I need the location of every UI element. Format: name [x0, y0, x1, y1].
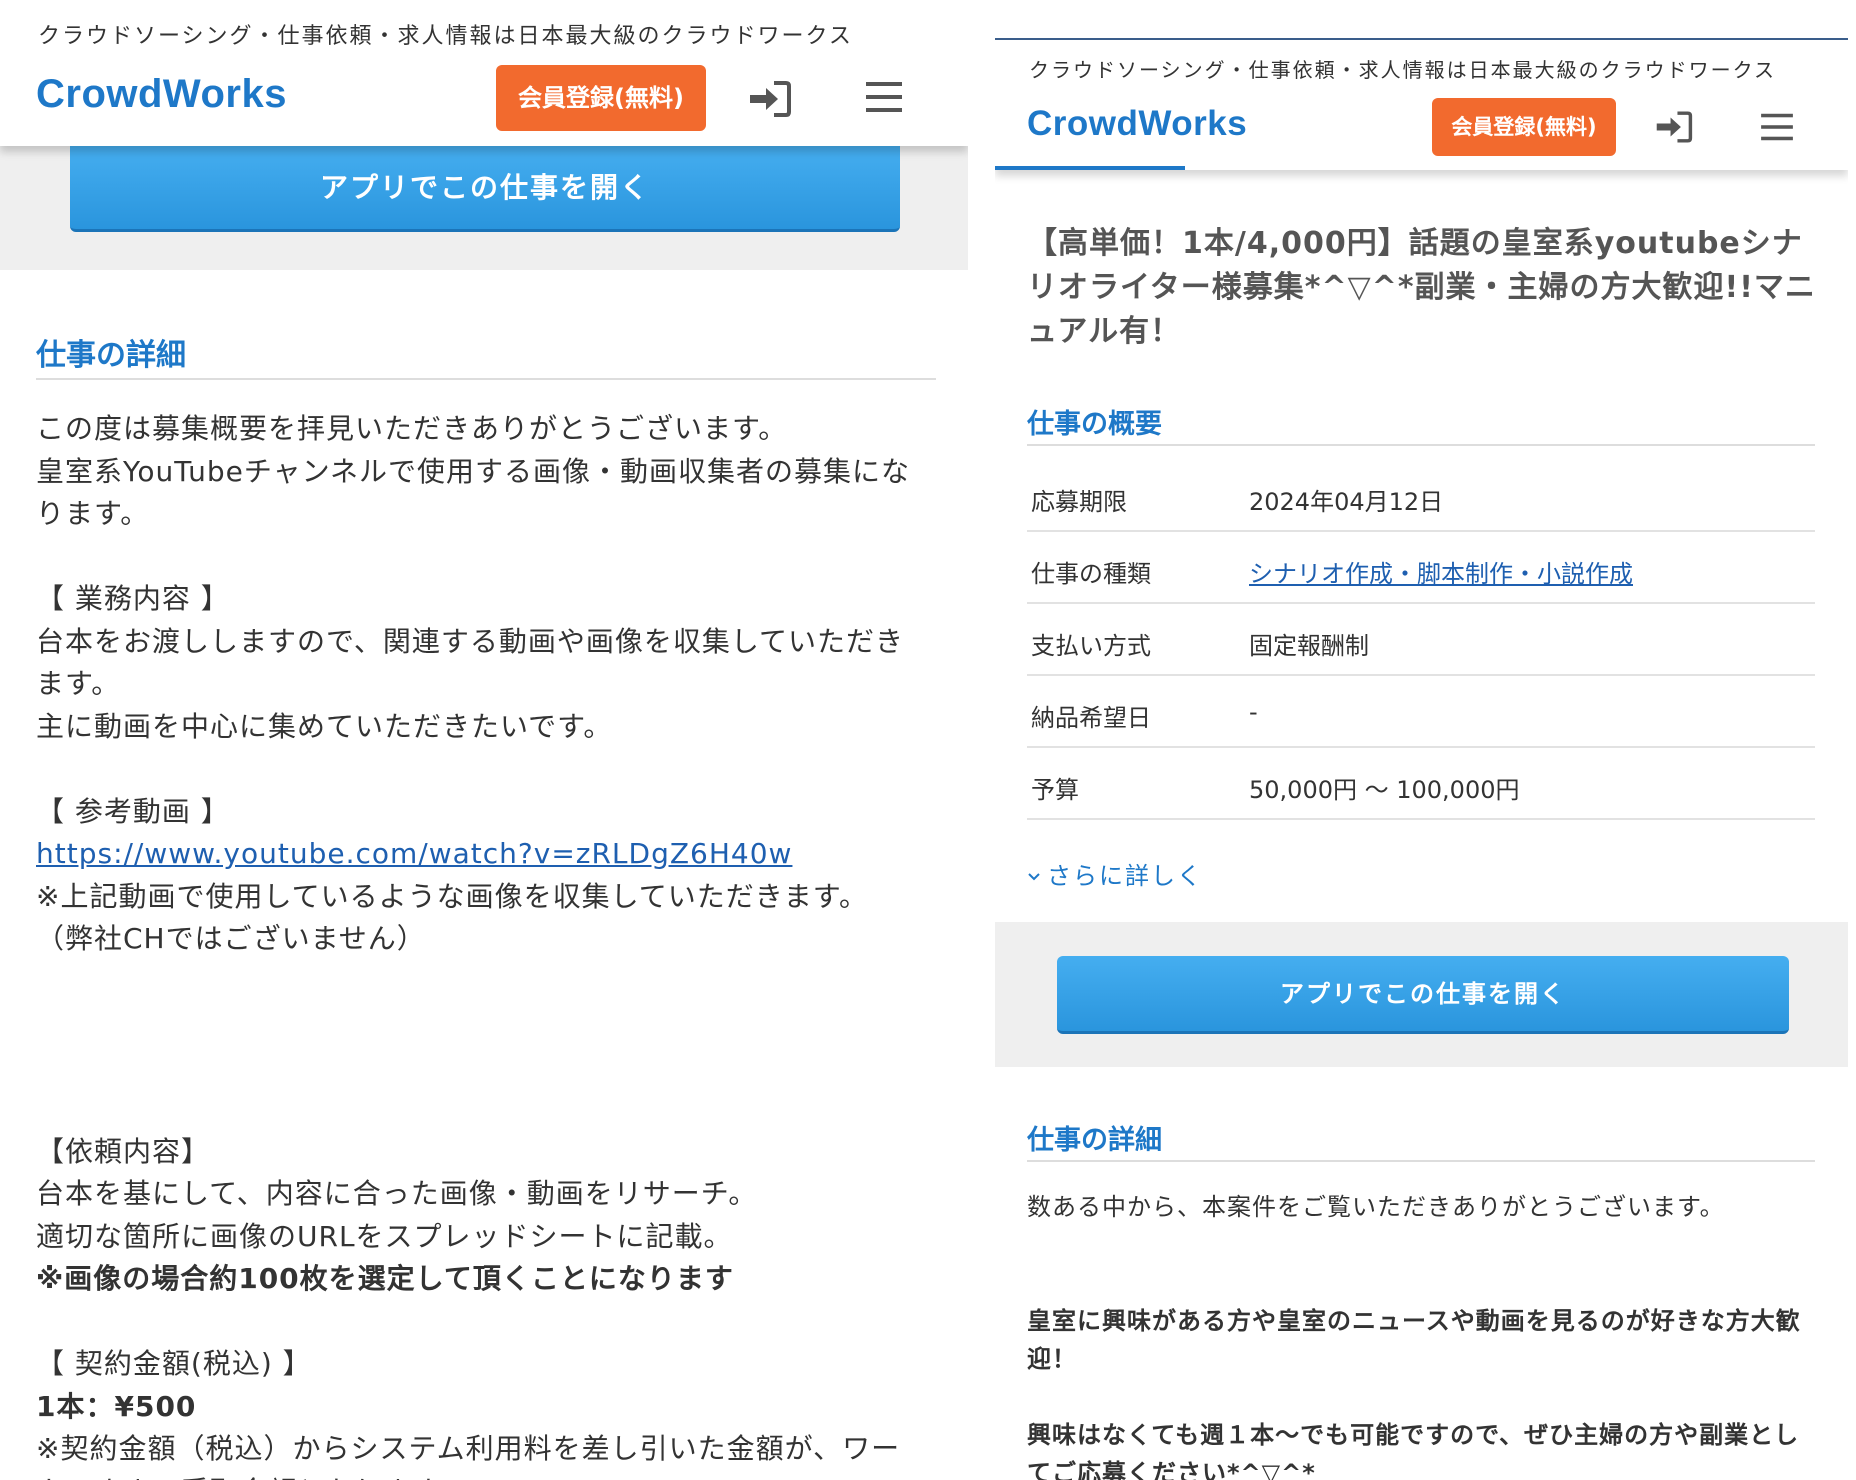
job-details-title: 仕事の詳細: [1027, 1118, 1815, 1162]
details-line: 台本をお渡ししますので、関連する動画や画像を収集していただき: [36, 624, 905, 658]
details-line: ます。: [36, 667, 121, 700]
details-paragraph: 数ある中から、本案件をご覧いただきありがとうございます。: [1027, 1193, 1725, 1221]
details-paragraph: 皇室に興味がある方や皇室のニュースや動画を見るのが好きな方大歓迎！: [1027, 1307, 1801, 1373]
header-tagline: クラウドソーシング・仕事依頼・求人情報は日本最大級のクラウドワークス: [1029, 58, 1776, 82]
overview-value: 2024年04月12日: [1249, 488, 1444, 516]
job-overview-title: 仕事の概要: [1027, 402, 1815, 446]
crowdworks-logo[interactable]: CrowdWorks: [36, 72, 287, 117]
site-header: クラウドソーシング・仕事依頼・求人情報は日本最大級のクラウドワークス Crowd…: [995, 40, 1848, 170]
job-details-body: この度は募集概要を拝見いただきありがとうございます。 皇室系YouTubeチャン…: [36, 408, 936, 1480]
details-heading: 【 業務内容 】: [36, 582, 230, 615]
show-more-link[interactable]: さらに詳しく: [1027, 856, 1203, 891]
app-open-band: アプリでこの仕事を開く: [0, 146, 968, 270]
overview-label: 予算: [1031, 776, 1079, 804]
overview-table: 応募期限 2024年04月12日 仕事の種類 シナリオ作成・脚本制作・小説作成 …: [1027, 460, 1815, 820]
panel-gutter: [968, 0, 995, 1480]
overview-row: 支払い方式 固定報酬制: [1027, 604, 1815, 676]
details-line: ります。: [36, 497, 150, 530]
overview-row: 応募期限 2024年04月12日: [1027, 460, 1815, 532]
reference-video-link[interactable]: https://www.youtube.com/watch?v=zRLDgZ6H…: [36, 833, 936, 876]
job-title: 【高単価！1本/4,000円】話題の皇室系youtubeシナリオライター様募集*…: [1027, 226, 1816, 349]
overview-row: 予算 50,000円 〜 100,000円: [1027, 748, 1815, 820]
crowdworks-logo[interactable]: CrowdWorks: [1027, 104, 1247, 144]
details-line: （弊社CHではございません）: [36, 922, 426, 955]
right-screenshot-panel: クラウドソーシング・仕事依頼・求人情報は日本最大級のクラウドワークス Crowd…: [995, 0, 1848, 1480]
site-header: クラウドソーシング・仕事依頼・求人情報は日本最大級のクラウドワークス Crowd…: [0, 0, 968, 146]
login-icon[interactable]: [1655, 110, 1693, 144]
signup-button[interactable]: 会員登録(無料): [496, 65, 706, 131]
overview-label: 納品希望日: [1031, 704, 1151, 732]
job-details-body: 数ある中から、本案件をご覧いただきありがとうございます。 皇室に興味がある方や皇…: [1027, 1188, 1817, 1480]
header-tagline: クラウドソーシング・仕事依頼・求人情報は日本最大級のクラウドワークス: [38, 24, 853, 49]
details-line: 皇室系YouTubeチャンネルで使用する画像・動画収集者の募集にな: [36, 454, 911, 488]
details-paragraph: 興味はなくても週１本〜でも可能ですので、ぜひ主婦の方や副業としてご応募ください*…: [1027, 1421, 1800, 1480]
open-in-app-button[interactable]: アプリでこの仕事を開く: [70, 146, 900, 232]
overview-row: 仕事の種類 シナリオ作成・脚本制作・小説作成: [1027, 532, 1815, 604]
overview-label: 支払い方式: [1031, 632, 1151, 660]
menu-icon[interactable]: [866, 80, 902, 114]
app-open-band: アプリでこの仕事を開く: [995, 922, 1848, 1067]
show-more-label: さらに詳しく: [1047, 862, 1203, 890]
details-line: ※上記動画で使用しているような画像を収集していただきます。: [36, 879, 868, 913]
details-line: 台本を基にして、内容に合った画像・動画をリサーチ。: [36, 1177, 758, 1210]
active-tab-indicator: [995, 166, 1185, 170]
details-note: ※画像の場合約100枚を選定して頂くことになります: [36, 1262, 734, 1295]
job-details-title: 仕事の詳細: [36, 330, 936, 380]
overview-label: 応募期限: [1031, 488, 1127, 516]
details-line: カーさまの受取金額となります: [36, 1471, 936, 1480]
overview-value: 固定報酬制: [1249, 632, 1369, 660]
open-in-app-button[interactable]: アプリでこの仕事を開く: [1057, 956, 1789, 1034]
job-category-link[interactable]: シナリオ作成・脚本制作・小説作成: [1249, 554, 1633, 589]
overview-row: 納品希望日 -: [1027, 676, 1815, 748]
details-line: ※契約金額（税込）からシステム利用料を差し引いた金額が、ワー: [36, 1432, 901, 1465]
menu-icon[interactable]: [1761, 112, 1793, 142]
overview-value: -: [1249, 698, 1258, 726]
details-heading: 【 参考動画 】: [36, 794, 230, 828]
signup-button[interactable]: 会員登録(無料): [1432, 98, 1616, 156]
details-line: 主に動画を中心に集めていただきたいです。: [36, 709, 613, 743]
chevron-down-icon: [1028, 873, 1040, 881]
left-screenshot-panel: アプリでこの仕事を開く クラウドソーシング・仕事依頼・求人情報は日本最大級のクラ…: [0, 0, 968, 1480]
details-heading: 【依頼内容】: [36, 1134, 211, 1168]
details-line: 適切な箇所に画像のURLをスプレッドシートに記載。: [36, 1219, 733, 1253]
details-line: この度は募集概要を拝見いただきありがとうございます。: [36, 412, 788, 445]
overview-label: 仕事の種類: [1031, 560, 1151, 588]
price-line: 1本：¥500: [36, 1389, 197, 1423]
details-heading: 【 契約金額(税込) 】: [36, 1347, 312, 1380]
login-icon[interactable]: [748, 80, 792, 118]
overview-value: 50,000円 〜 100,000円: [1249, 776, 1520, 804]
